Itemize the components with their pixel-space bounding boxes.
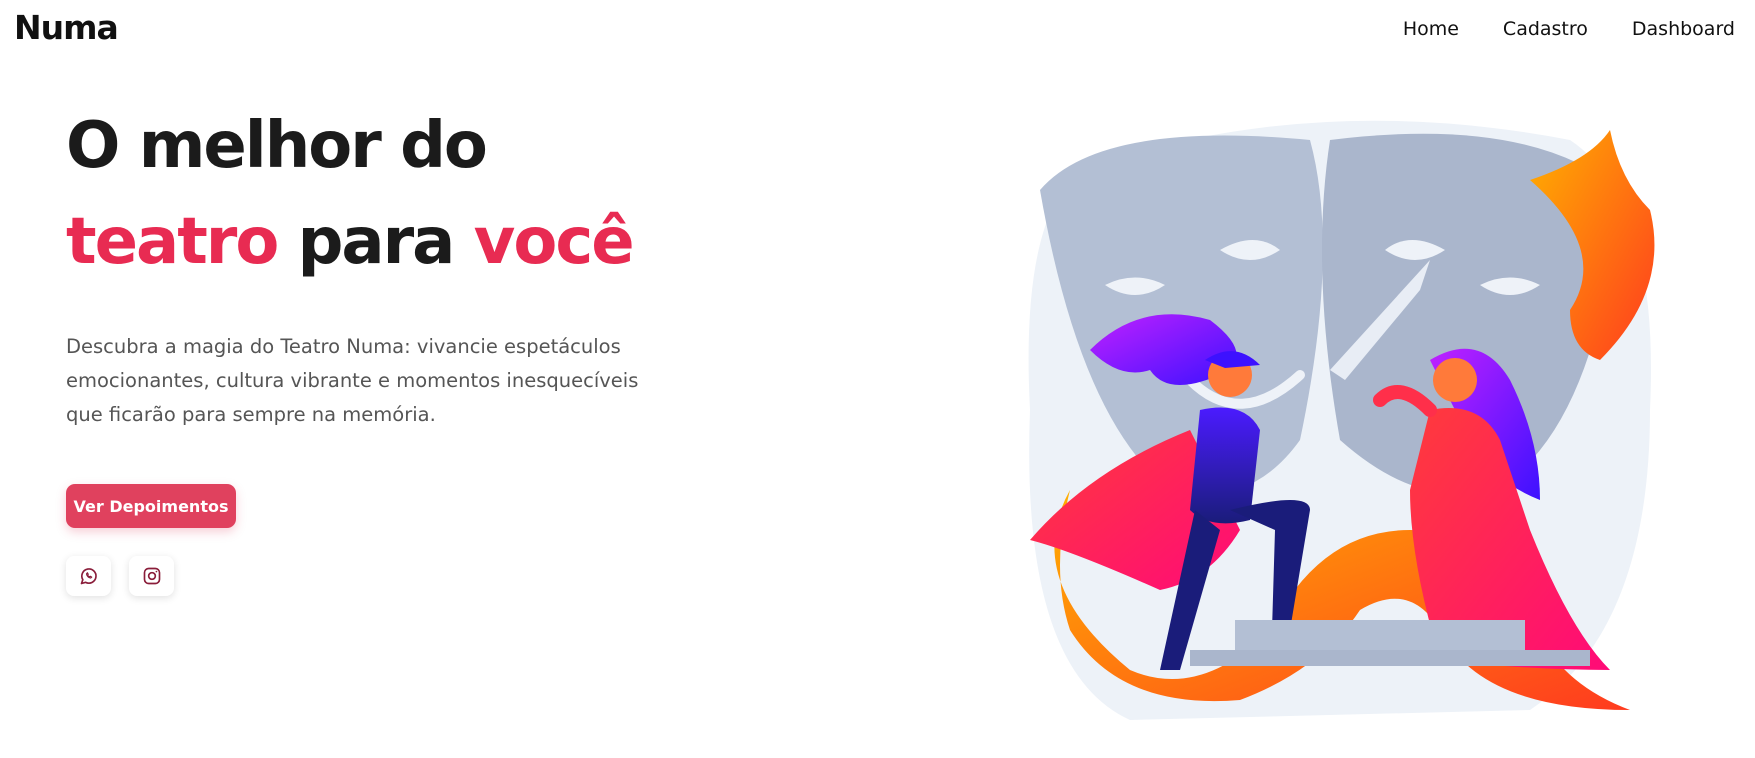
theater-illustration (1028, 120, 1655, 720)
hero-title: O melhor do teatro para você (66, 98, 786, 290)
ver-depoimentos-button[interactable]: Ver Depoimentos (66, 484, 236, 528)
hero-title-mid: para (277, 205, 474, 279)
nav-cadastro[interactable]: Cadastro (1503, 18, 1588, 40)
brand-logo[interactable]: Numa (14, 8, 119, 47)
hero-title-accent-voce: você (473, 205, 635, 279)
instagram-button[interactable] (129, 556, 174, 596)
hero-title-accent-teatro: teatro (66, 205, 279, 279)
hero-title-line1: O melhor do (66, 109, 488, 183)
nav-home[interactable]: Home (1403, 18, 1459, 40)
stage (1235, 620, 1525, 650)
page: Numa Home Cadastro Dashboard O melhor do… (0, 0, 1755, 758)
nav-dashboard[interactable]: Dashboard (1632, 18, 1735, 40)
hero-description: Descubra a magia do Teatro Numa: vivanci… (66, 335, 639, 426)
main-nav: Home Cadastro Dashboard (1403, 18, 1735, 40)
whatsapp-icon (80, 568, 97, 585)
stage-base (1190, 650, 1590, 666)
instagram-icon (143, 567, 160, 585)
social-links (66, 556, 174, 596)
whatsapp-button[interactable] (66, 556, 111, 596)
